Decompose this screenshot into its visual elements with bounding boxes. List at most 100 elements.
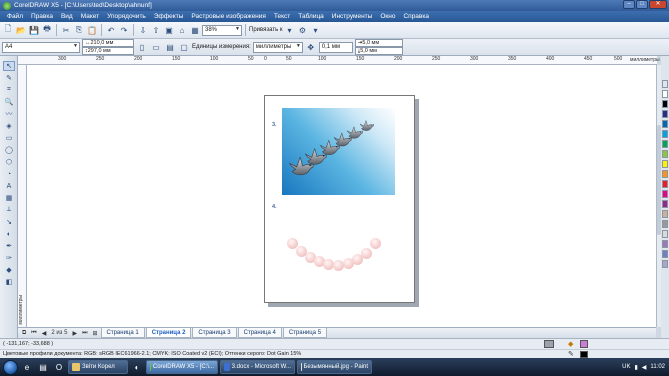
application-launcher-icon[interactable]: ▣: [163, 24, 175, 36]
next-page-icon[interactable]: ▶: [70, 330, 79, 337]
taskbar-item-reports[interactable]: Звіти Корел: [68, 360, 128, 374]
language-indicator[interactable]: UK: [622, 364, 630, 370]
pick-tool-icon[interactable]: ↖: [3, 61, 15, 71]
last-page-icon[interactable]: ⏭: [80, 330, 89, 337]
palette-swatch[interactable]: [662, 110, 668, 118]
outline-color-swatch[interactable]: [580, 351, 588, 358]
palette-swatch[interactable]: [662, 160, 668, 168]
menu-edit[interactable]: Правка: [27, 13, 57, 20]
dimension-tool-icon[interactable]: ⟂: [3, 205, 15, 215]
import-icon[interactable]: ⇩: [137, 24, 149, 36]
menu-window[interactable]: Окно: [376, 13, 399, 20]
menu-effects[interactable]: Эффекты: [150, 13, 188, 20]
clock[interactable]: 11:02: [650, 364, 665, 370]
outline-tool-icon[interactable]: ✑: [3, 253, 15, 263]
zoom-tool-icon[interactable]: 🔍: [3, 97, 15, 107]
rectangle-tool-icon[interactable]: ▭: [3, 133, 15, 143]
first-page-icon[interactable]: ⏮: [29, 330, 38, 337]
options-icon[interactable]: ⚙: [297, 24, 309, 36]
fill-indicator-icon[interactable]: [544, 340, 554, 348]
page-tab-5[interactable]: Страница 5: [282, 328, 328, 338]
palette-swatch[interactable]: [662, 150, 668, 158]
taskbar-item-paint[interactable]: Безымянный.jpg - Paint: [297, 360, 372, 374]
taskbar-item-coreldraw[interactable]: CorelDRAW X5 - [C:\...: [146, 360, 218, 374]
shape-tool-icon[interactable]: ✎: [3, 73, 15, 83]
snap-to-button[interactable]: Привязать к: [249, 27, 283, 33]
palette-swatch[interactable]: [662, 170, 668, 178]
fill-color-swatch[interactable]: [580, 340, 588, 348]
palette-swatch[interactable]: [662, 120, 668, 128]
palette-swatch[interactable]: [662, 200, 668, 208]
menu-tools[interactable]: Инструменты: [328, 13, 377, 20]
zoom-level-select[interactable]: 38% ▼: [202, 24, 242, 36]
save-icon[interactable]: 💾: [28, 24, 40, 36]
winamp-icon[interactable]: ◐: [130, 361, 144, 374]
palette-swatch[interactable]: [662, 130, 668, 138]
prev-page-icon[interactable]: ◀: [40, 330, 49, 337]
print-icon[interactable]: 🖶: [41, 24, 53, 36]
duplicate-x-field[interactable]: ⇥ 5,0 мм: [354, 39, 403, 47]
open-icon[interactable]: 📂: [15, 24, 27, 36]
palette-swatch[interactable]: [662, 250, 668, 258]
blend-tool-icon[interactable]: ◐: [3, 229, 15, 239]
landscape-icon[interactable]: ▭: [150, 41, 162, 53]
start-button[interactable]: [3, 359, 18, 375]
palette-swatch[interactable]: [662, 140, 668, 148]
welcome-screen-icon[interactable]: ⌂: [176, 24, 188, 36]
vertical-ruler[interactable]: миллиметры: [18, 65, 27, 327]
page-options-icon[interactable]: ⧉: [20, 330, 28, 337]
menu-arrange[interactable]: Упорядочить: [103, 13, 150, 20]
portrait-icon[interactable]: ▯: [136, 41, 148, 53]
polygon-tool-icon[interactable]: ⬡: [3, 157, 15, 167]
interactive-fill-tool-icon[interactable]: ◧: [3, 277, 15, 287]
text-tool-icon[interactable]: A: [3, 181, 15, 191]
basic-shapes-tool-icon[interactable]: ◔: [3, 169, 15, 179]
table-tool-icon[interactable]: ▦: [3, 193, 15, 203]
page-tab-3[interactable]: Страница 3: [192, 328, 237, 338]
folder-icon[interactable]: ▤: [36, 361, 50, 374]
palette-swatch[interactable]: [662, 260, 668, 268]
new-document-icon[interactable]: 🗋: [2, 24, 14, 36]
palette-swatch[interactable]: [662, 180, 668, 188]
export-icon[interactable]: ⇧: [150, 24, 162, 36]
all-pages-icon[interactable]: ▤: [164, 41, 176, 53]
fill-tool-icon[interactable]: ◆: [3, 265, 15, 275]
outline-pen-icon[interactable]: ✎: [568, 350, 574, 358]
copy-icon[interactable]: ⎘: [73, 24, 85, 36]
page-height-field[interactable]: ↕ 297,0 мм: [82, 47, 134, 55]
horizontal-ruler[interactable]: 300 250 200 150 100 50 0 50 100 150 200 …: [18, 56, 660, 65]
undo-icon[interactable]: ↶: [105, 24, 117, 36]
network-icon[interactable]: ▮: [634, 364, 637, 371]
no-color-swatch[interactable]: [662, 80, 668, 88]
close-button[interactable]: ✕: [649, 0, 667, 9]
menu-layout[interactable]: Макет: [77, 13, 103, 20]
connector-tool-icon[interactable]: ↘: [3, 217, 15, 227]
ellipse-tool-icon[interactable]: ◯: [3, 145, 15, 155]
page-width-field[interactable]: ↔ 210,0 мм: [82, 39, 134, 47]
duplicate-y-field[interactable]: ⤓ 5,0 мм: [354, 47, 403, 55]
page-tab-1[interactable]: Страница 1: [100, 328, 145, 338]
freehand-tool-icon[interactable]: 〰: [3, 109, 15, 119]
palette-swatch[interactable]: [662, 240, 668, 248]
palette-swatch[interactable]: [662, 100, 668, 108]
palette-swatch[interactable]: [662, 210, 668, 218]
smart-fill-tool-icon[interactable]: ◈: [3, 121, 15, 131]
menu-bitmaps[interactable]: Растровые изображения: [187, 13, 270, 20]
internet-explorer-icon[interactable]: e: [20, 361, 34, 374]
palette-swatch[interactable]: [662, 90, 668, 98]
volume-icon[interactable]: ◀: [642, 364, 647, 371]
maximize-button[interactable]: □: [636, 0, 648, 9]
dove-blend-graphic[interactable]: [282, 108, 395, 195]
crop-tool-icon[interactable]: ⌗: [3, 85, 15, 95]
eyedropper-tool-icon[interactable]: ✒: [3, 241, 15, 251]
page-tab-4[interactable]: Страница 4: [237, 328, 282, 338]
paste-icon[interactable]: 📋: [86, 24, 98, 36]
redo-icon[interactable]: ↷: [118, 24, 130, 36]
menu-text[interactable]: Текст: [270, 13, 294, 20]
menu-file[interactable]: Файл: [3, 13, 27, 20]
menu-view[interactable]: Вид: [57, 13, 77, 20]
paper-size-select[interactable]: A4 ▼: [2, 41, 80, 53]
cut-icon[interactable]: ✂: [60, 24, 72, 36]
units-select[interactable]: миллиметры ▼: [252, 41, 303, 53]
nudge-distance-field[interactable]: 0,1 мм: [318, 41, 353, 53]
